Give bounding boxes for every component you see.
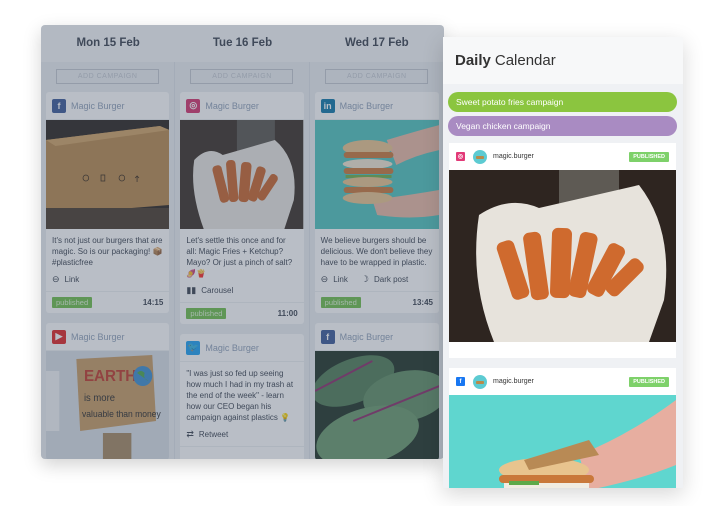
daily-post[interactable]: f magic.burger PUBLISHED [449, 368, 676, 488]
account-handle: magic.burger [493, 153, 534, 160]
day-column-tue: ADD CAMPAIGN ◎ Magic Burger Let's settle… [175, 62, 310, 459]
post-card[interactable]: in Magic Burger We believe burgers shoul… [314, 92, 439, 313]
status-badge: published [52, 297, 93, 308]
post-text: We believe burgers should be delicious. … [320, 236, 433, 267]
card-header: 🐦 Magic Burger [180, 334, 304, 362]
sweet-potato-fries-photo [449, 170, 676, 342]
instagram-icon: ◎ [456, 152, 465, 161]
campaign-pill[interactable]: Vegan chicken campaign [448, 116, 677, 136]
add-campaign-button[interactable]: ADD CAMPAIGN [325, 69, 429, 84]
facebook-icon: f [52, 98, 66, 113]
brand-name: Magic Burger [205, 100, 259, 111]
post-meta: ▮▮ Carousel [180, 282, 303, 302]
account-handle: magic.burger [493, 378, 534, 385]
meta-label: Retweet [198, 430, 229, 439]
card-footer: published 11:00 [180, 302, 304, 324]
avatar [473, 149, 487, 164]
svg-text:valuable than money: valuable than money [82, 409, 161, 419]
card-header: ◎ Magic Burger [180, 92, 304, 120]
brand-name: Magic Burger [71, 100, 125, 111]
card-footer: published 13:45 [314, 291, 439, 313]
link-icon: ⊖ [320, 274, 329, 284]
retweet-icon: ⇄ [186, 429, 194, 439]
sweet-potato-fries-photo [180, 120, 304, 229]
cardboard-packaging-photo [46, 120, 170, 229]
card-header: in Magic Burger [314, 92, 439, 120]
status-badge: published [186, 308, 227, 319]
post-time: 13:45 [412, 298, 433, 307]
weekly-calendar: Mon 15 Feb Tue 16 Feb Wed 17 Feb ADD CAM… [41, 25, 444, 459]
post-text: It's not just our burgers that are magic… [52, 236, 163, 267]
brand-name: Magic Burger [339, 331, 394, 342]
svg-text:is more: is more [84, 393, 115, 404]
post-card[interactable]: ◎ Magic Burger Let's settle this once an… [180, 92, 304, 324]
post-card[interactable]: ▶ Magic Burger EARTH is more valuable th… [46, 323, 170, 459]
card-footer [180, 446, 304, 459]
post-card[interactable]: f Magic Burger [314, 323, 439, 459]
post-card[interactable]: f Magic Burger It's not just our burgers… [46, 92, 170, 313]
carousel-icon: ▮▮ [186, 285, 197, 295]
brand-name: Magic Burger [339, 100, 394, 111]
daily-calendar-title: Daily Calendar [443, 37, 683, 84]
post-time: 11:00 [277, 309, 298, 318]
stage: Mon 15 Feb Tue 16 Feb Wed 17 Feb ADD CAM… [0, 0, 725, 506]
earth-protest-sign-photo: EARTH is more valuable than money [46, 351, 170, 459]
campaign-pill[interactable]: Sweet potato fries campaign [448, 92, 677, 112]
day-header-wed: Wed 17 Feb [344, 37, 409, 49]
post-meta: ⊖ Link [46, 271, 169, 291]
title-bold: Daily [455, 52, 491, 69]
week-body: ADD CAMPAIGN f Magic Burger It's not jus… [41, 62, 444, 459]
instagram-icon: ◎ [186, 98, 201, 113]
meta-label: Dark post [373, 275, 409, 284]
day-header-tue: Tue 16 Feb [212, 37, 273, 49]
post-text: "I was just so fed up seeing how much I … [186, 369, 294, 422]
moon-icon: ☽ [360, 274, 369, 284]
meta-label: Link [333, 275, 348, 284]
svg-text:EARTH: EARTH [84, 368, 136, 385]
daily-post[interactable]: ◎ magic.burger PUBLISHED [449, 143, 676, 358]
post-header: ◎ magic.burger PUBLISHED [449, 143, 676, 170]
card-header: f Magic Burger [314, 323, 439, 351]
post-text: Let's settle this once and for all: Magi… [186, 236, 293, 278]
facebook-icon: f [320, 329, 335, 344]
add-campaign-button[interactable]: ADD CAMPAIGN [190, 69, 294, 84]
day-column-mon: ADD CAMPAIGN f Magic Burger It's not jus… [41, 62, 176, 459]
post-time: 14:15 [142, 298, 164, 307]
burger-in-hand-photo [449, 395, 676, 488]
brand-name: Magic Burger [205, 342, 259, 353]
status-badge: published [320, 297, 361, 308]
day-column-wed: ADD CAMPAIGN in Magic Burger We believe … [310, 62, 444, 459]
card-header: f Magic Burger [46, 92, 170, 120]
post-header: f magic.burger PUBLISHED [449, 368, 676, 395]
daily-calendar-panel: Daily Calendar Sweet potato fries campai… [443, 37, 683, 488]
post-card[interactable]: 🐦 Magic Burger "I was just so fed up see… [180, 334, 304, 459]
week-header: Mon 15 Feb Tue 16 Feb Wed 17 Feb [41, 25, 444, 62]
twitter-icon: 🐦 [186, 340, 201, 355]
status-badge: PUBLISHED [629, 376, 669, 387]
day-header-mon: Mon 15 Feb [76, 37, 140, 49]
link-icon: ⊖ [52, 274, 60, 284]
status-badge: PUBLISHED [629, 151, 669, 162]
post-meta: ⊖ Link ☽ Dark post [315, 271, 439, 291]
avatar [473, 374, 487, 389]
card-header: ▶ Magic Burger [46, 323, 170, 351]
meta-label: Link [64, 275, 80, 284]
meta-label: Carousel [201, 286, 234, 295]
post-spacer [449, 342, 676, 358]
facebook-icon: f [456, 377, 465, 386]
title-rest: Calendar [494, 52, 556, 69]
post-meta: ⇄ Retweet [180, 426, 303, 446]
youtube-icon: ▶ [52, 329, 66, 344]
card-footer: published 14:15 [46, 291, 170, 313]
leafy-greens-photo [314, 351, 439, 459]
linkedin-icon: in [320, 98, 335, 113]
brand-name: Magic Burger [71, 331, 125, 342]
stacked-burgers-photo [314, 120, 439, 229]
add-campaign-button[interactable]: ADD CAMPAIGN [56, 69, 160, 84]
